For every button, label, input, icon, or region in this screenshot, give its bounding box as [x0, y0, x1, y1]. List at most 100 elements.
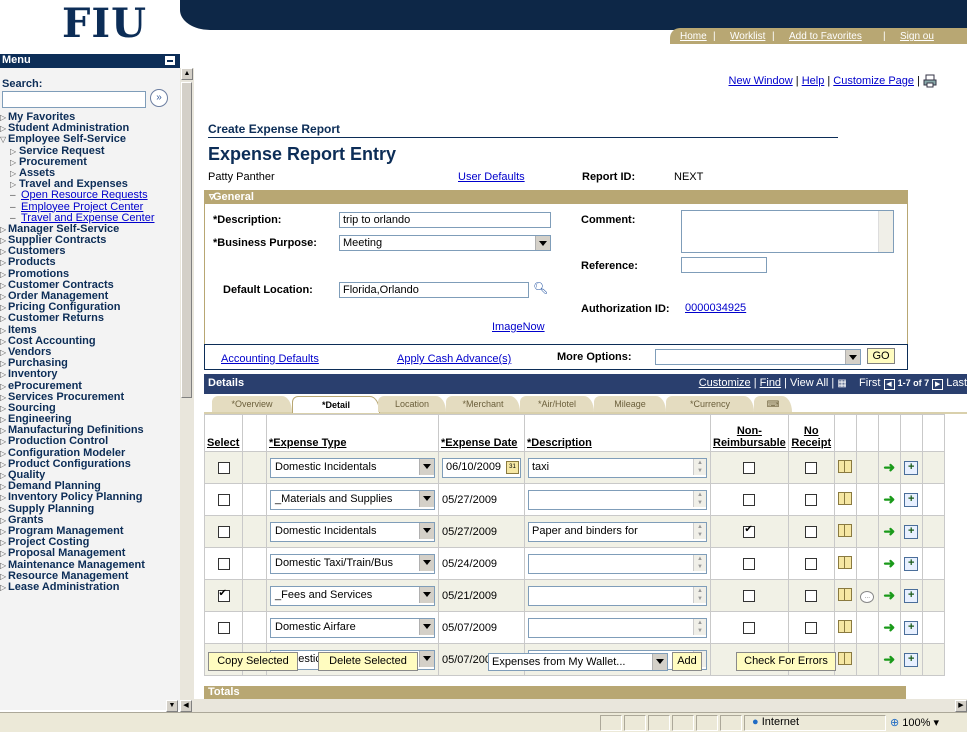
scroll-left-icon[interactable]: ◀: [180, 700, 192, 712]
select-checkbox[interactable]: [217, 557, 230, 570]
next-arrow-icon[interactable]: ▶: [932, 379, 944, 390]
add-row-icon[interactable]: +: [904, 652, 919, 667]
menu-item[interactable]: eProcurement: [0, 380, 176, 392]
expense-type-select[interactable]: Domestic Incidentals: [270, 521, 435, 542]
last-label[interactable]: Last: [946, 377, 967, 389]
comment-textarea[interactable]: [681, 210, 894, 253]
description-input[interactable]: trip to orlando: [339, 212, 551, 228]
col-expense-type[interactable]: *Expense Type: [266, 414, 439, 452]
reference-input[interactable]: [681, 257, 767, 273]
detail-arrow-icon[interactable]: ➜: [883, 491, 895, 507]
detail-arrow-icon[interactable]: ➜: [883, 459, 895, 475]
zoom-level[interactable]: ⊕ 100% ▾: [890, 716, 939, 729]
worklist-link[interactable]: Worklist: [730, 31, 765, 42]
menu-item[interactable]: Open Resource Requests: [0, 190, 176, 202]
show-all-tabs-icon[interactable]: ⌨: [754, 396, 792, 412]
first-label[interactable]: First: [859, 377, 880, 389]
collapse-icon[interactable]: [165, 56, 175, 65]
comment-icon[interactable]: …: [860, 590, 875, 603]
dropdown-arrow-icon[interactable]: [419, 522, 434, 539]
sign-out-link[interactable]: Sign ou: [900, 31, 934, 42]
description-input[interactable]: ▲ ▼: [528, 585, 707, 606]
customize-grid-link[interactable]: Customize: [699, 377, 751, 389]
accounting-detail-icon[interactable]: [838, 491, 853, 505]
no-receipt-checkbox[interactable]: [805, 621, 818, 634]
col-expense-date[interactable]: *Expense Date: [438, 414, 525, 452]
horizontal-scrollbar[interactable]: ▼ ◀ ▶: [166, 699, 967, 712]
no-receipt-checkbox[interactable]: [805, 557, 818, 570]
no-receipt-checkbox[interactable]: [805, 493, 818, 506]
non-reimbursable-checkbox[interactable]: [743, 557, 756, 570]
detail-arrow-icon[interactable]: ➜: [883, 651, 895, 667]
non-reimbursable-checkbox[interactable]: [743, 524, 756, 538]
description-input[interactable]: taxi ▲ ▼: [528, 457, 707, 478]
scroll-right-icon[interactable]: ▶: [955, 700, 967, 712]
expense-date-input[interactable]: 06/10/2009 31: [442, 457, 521, 478]
help-link[interactable]: Help: [802, 75, 825, 87]
add-button[interactable]: Add: [672, 652, 702, 671]
dropdown-arrow-icon[interactable]: [419, 650, 434, 667]
description-input[interactable]: ▲ ▼: [528, 489, 707, 510]
download-grid-icon[interactable]: ▦: [837, 378, 846, 389]
menu-item[interactable]: Products: [0, 257, 176, 269]
expense-type-select[interactable]: Domestic Incidentals: [270, 457, 435, 478]
dropdown-arrow-icon[interactable]: [652, 654, 667, 670]
scroll-thumb[interactable]: [181, 82, 192, 398]
add-row-icon[interactable]: +: [904, 556, 919, 571]
non-reimbursable-checkbox[interactable]: [743, 621, 756, 634]
description-scroll-icon[interactable]: ▲▼: [693, 522, 706, 539]
search-go-icon[interactable]: »: [150, 89, 168, 107]
menu-item[interactable]: Inventory Policy Planning: [0, 492, 176, 504]
view-all-link[interactable]: View All: [790, 377, 828, 389]
tab-merchant[interactable]: *Merchant: [446, 396, 520, 412]
tab-air-hotel[interactable]: *Air/Hotel: [520, 396, 594, 412]
add-row-icon[interactable]: +: [904, 588, 919, 603]
lookup-magnifier-icon[interactable]: 🔍︎: [533, 281, 548, 295]
user-defaults-link[interactable]: User Defaults: [458, 171, 525, 183]
tab-mileage[interactable]: Mileage: [594, 396, 666, 412]
col-select[interactable]: Select: [204, 414, 243, 452]
description-scroll-icon[interactable]: ▲▼: [693, 458, 706, 475]
more-options-select[interactable]: [655, 349, 861, 365]
description-scroll-icon[interactable]: ▲▼: [693, 618, 706, 635]
select-checkbox[interactable]: [217, 461, 230, 474]
select-checkbox[interactable]: [217, 493, 230, 506]
comment-scrollbar[interactable]: [878, 211, 893, 252]
detail-arrow-icon[interactable]: ➜: [883, 587, 895, 603]
accounting-defaults-link[interactable]: Accounting Defaults: [221, 353, 319, 365]
copy-selected-button[interactable]: Copy Selected: [208, 652, 298, 671]
accounting-detail-icon[interactable]: [838, 619, 853, 633]
detail-arrow-icon[interactable]: ➜: [883, 619, 895, 635]
authorization-id-link[interactable]: 0000034925: [685, 302, 746, 314]
add-row-icon[interactable]: +: [904, 492, 919, 507]
scroll-down-icon[interactable]: ▼: [166, 700, 178, 712]
dropdown-arrow-icon[interactable]: [419, 554, 434, 571]
description-scroll-icon[interactable]: ▲▼: [693, 490, 706, 507]
description-input[interactable]: ▲ ▼: [528, 553, 707, 574]
non-reimbursable-checkbox[interactable]: [743, 589, 756, 602]
menu-search-input[interactable]: [2, 91, 146, 108]
add-row-icon[interactable]: +: [904, 524, 919, 539]
col-description[interactable]: *Description: [524, 414, 711, 452]
expense-type-select[interactable]: Domestic Airfare: [270, 617, 435, 638]
scroll-up-icon[interactable]: ▲: [181, 68, 193, 80]
non-reimbursable-checkbox[interactable]: [743, 493, 756, 506]
dropdown-arrow-icon[interactable]: [419, 618, 434, 635]
accounting-detail-icon[interactable]: [838, 459, 853, 473]
menu-item[interactable]: Inventory: [0, 369, 176, 381]
expense-type-select[interactable]: _Fees and Services: [270, 585, 435, 606]
accounting-detail-icon[interactable]: [838, 651, 853, 665]
expense-type-select[interactable]: Domestic Taxi/Train/Bus: [270, 553, 435, 574]
calendar-icon[interactable]: 31: [506, 460, 519, 474]
default-location-input[interactable]: Florida,Orlando: [339, 282, 529, 298]
non-reimbursable-checkbox[interactable]: [743, 461, 756, 474]
home-link[interactable]: Home: [680, 31, 707, 42]
menu-item[interactable]: Customer Returns: [0, 313, 176, 325]
col-no-receipt[interactable]: No Receipt: [787, 414, 835, 452]
apply-cash-advance-link[interactable]: Apply Cash Advance(s): [397, 353, 511, 365]
menu-item[interactable]: Production Control: [0, 436, 176, 448]
tab-currency[interactable]: *Currency: [666, 396, 754, 412]
dropdown-arrow-icon[interactable]: [535, 236, 550, 250]
tab-overview[interactable]: *Overview: [212, 396, 292, 412]
select-checkbox[interactable]: [217, 525, 230, 538]
